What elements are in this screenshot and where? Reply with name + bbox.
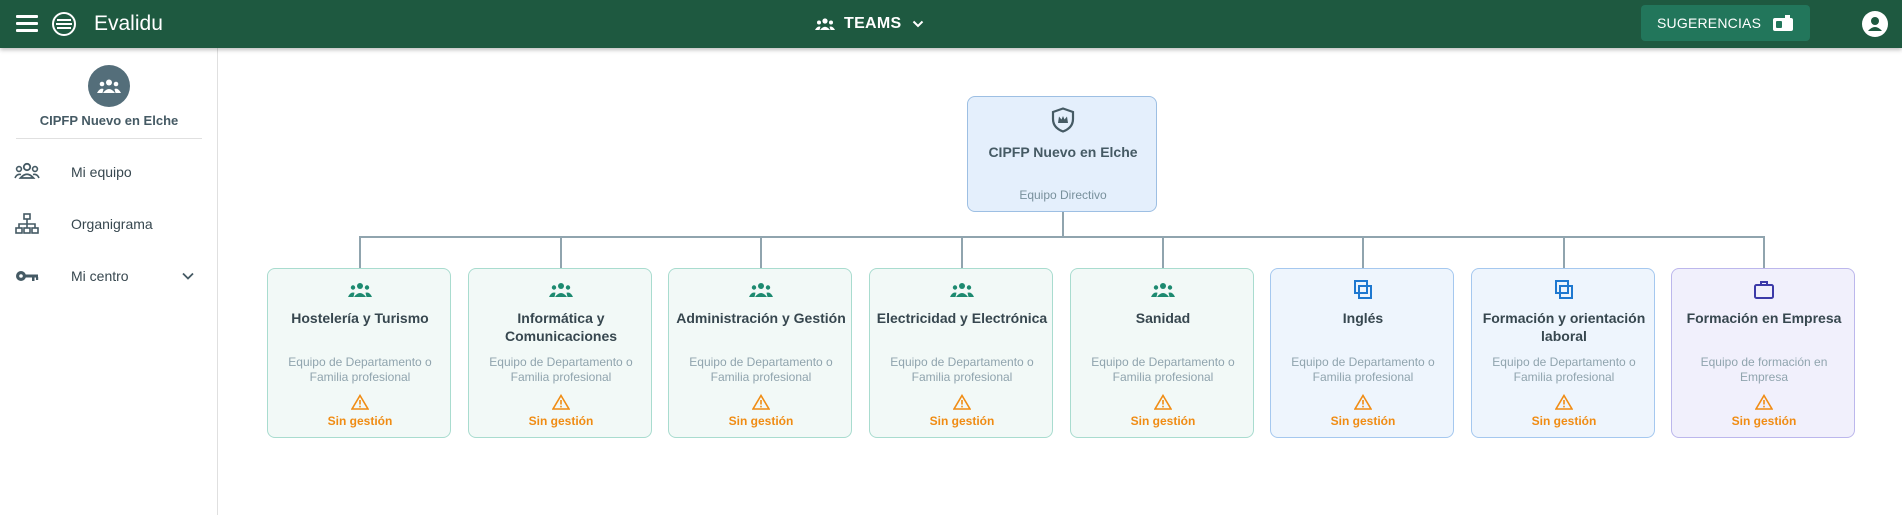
group-icon (1151, 283, 1175, 297)
org-node-name: Formación en Empresa (1686, 310, 1842, 326)
group-icon (97, 79, 121, 93)
status-label: Sin gestión (929, 414, 995, 428)
status-label: Sin gestión (1531, 414, 1597, 428)
org-node-subtitle: Equipo de formación en Empresa (1700, 355, 1828, 384)
account-icon[interactable] (1861, 10, 1889, 38)
app-title: Evalidu (94, 12, 163, 35)
connector-line (1763, 237, 1765, 268)
org-node-subtitle: Equipo de Departamento o Familia profesi… (1492, 355, 1636, 384)
teams-label: TEAMS (844, 15, 902, 32)
org-node-subtitle: Equipo de Departamento o Familia profesi… (689, 355, 833, 384)
connector-line (359, 237, 361, 268)
org-node-root[interactable]: CIPFP Nuevo en Elche Equipo Directivo (967, 96, 1157, 212)
connector-line (359, 236, 1765, 238)
org-node-ingles[interactable]: Inglés Equipo de Departamento o Familia … (1270, 268, 1454, 438)
org-node-subtitle: Equipo de Departamento o Familia profesi… (288, 355, 432, 384)
group-icon (749, 283, 773, 297)
connector-line (1162, 237, 1164, 268)
sidebar-item-mi-centro[interactable]: Mi centro (0, 254, 218, 298)
org-node-formacion-y-orientacion-laboral[interactable]: Formación y orientación laboral Equipo d… (1471, 268, 1655, 438)
org-node-name: Sanidad (1135, 310, 1191, 326)
mailbox-icon (1773, 15, 1793, 31)
connector-line (1563, 237, 1565, 268)
org-node-name: Electricidad y Electrónica (876, 310, 1048, 326)
overlap-squares-icon (1354, 280, 1372, 299)
status-label: Sin gestión (528, 414, 594, 428)
sitemap-icon (15, 213, 39, 234)
warning-icon (351, 394, 369, 410)
status-label: Sin gestión (327, 414, 393, 428)
warning-icon (1555, 394, 1573, 410)
divider (16, 138, 202, 139)
org-node-administracion-y-gestion[interactable]: Administración y Gestión Equipo de Depar… (668, 268, 852, 438)
org-node-informatica-y-comunicaciones[interactable]: Informática y Comunicaciones Equipo de D… (468, 268, 652, 438)
teams-selector[interactable]: TEAMS (815, 11, 925, 37)
warning-icon (1755, 394, 1773, 410)
warning-icon (953, 394, 971, 410)
suggestions-button[interactable]: SUGERENCIAS (1641, 5, 1810, 41)
connector-line (760, 237, 762, 268)
warning-icon (752, 394, 770, 410)
org-node-electricidad-y-electronica[interactable]: Electricidad y Electrónica Equipo de Dep… (869, 268, 1053, 438)
org-node-subtitle: Equipo de Departamento o Familia profesi… (1091, 355, 1235, 384)
org-node-name: CIPFP Nuevo en Elche (988, 144, 1138, 160)
connector-line (961, 237, 963, 268)
group-icon (549, 283, 573, 297)
key-icon (16, 271, 39, 281)
status-label: Sin gestión (728, 414, 794, 428)
org-chart: CIPFP Nuevo en Elche Equipo Directivo Ho… (219, 48, 1902, 515)
overlap-squares-icon (1555, 280, 1573, 299)
org-avatar (88, 65, 130, 107)
chevron-down-icon (912, 20, 923, 28)
org-node-subtitle: Equipo de Departamento o Familia profesi… (890, 355, 1034, 384)
group-icon (815, 18, 835, 30)
org-node-subtitle: Equipo Directivo (1019, 188, 1107, 202)
app-logo-icon (52, 12, 76, 36)
org-node-name: Formación y orientación laboral (1482, 310, 1646, 344)
sidebar-item-organigrama[interactable]: Organigrama (0, 202, 218, 246)
org-node-name: Hostelería y Turismo (291, 310, 429, 326)
menu-icon[interactable] (16, 15, 38, 33)
connector-line (1362, 237, 1364, 268)
status-label: Sin gestión (1330, 414, 1396, 428)
shield-crown-icon (1051, 107, 1075, 133)
warning-icon (552, 394, 570, 410)
sidebar-item-label: Mi centro (71, 268, 129, 284)
org-name: CIPFP Nuevo en Elche (39, 113, 179, 128)
org-node-sanidad[interactable]: Sanidad Equipo de Departamento o Familia… (1070, 268, 1254, 438)
suggestions-label: SUGERENCIAS (1657, 15, 1762, 31)
org-node-name: Informática y Comunicaciones (504, 310, 618, 344)
status-label: Sin gestión (1130, 414, 1196, 428)
sidebar-item-label: Organigrama (71, 216, 153, 232)
connector-line (1062, 212, 1064, 237)
org-node-hosteleria-y-turismo[interactable]: Hostelería y Turismo Equipo de Departame… (267, 268, 451, 438)
sidebar-item-mi-equipo[interactable]: Mi equipo (0, 150, 218, 194)
warning-icon (1354, 394, 1372, 410)
sidebar-item-label: Mi equipo (71, 164, 132, 180)
warning-icon (1154, 394, 1172, 410)
sidebar: CIPFP Nuevo en Elche Mi equipo Organigra… (0, 48, 218, 515)
chevron-down-icon (182, 272, 194, 280)
group-icon (14, 162, 40, 179)
org-node-subtitle: Equipo de Departamento o Familia profesi… (489, 355, 633, 384)
briefcase-icon (1754, 281, 1774, 299)
org-node-subtitle: Equipo de Departamento o Familia profesi… (1291, 355, 1435, 384)
connector-line (560, 237, 562, 268)
group-icon (950, 283, 974, 297)
status-label: Sin gestión (1731, 414, 1797, 428)
org-node-name: Administración y Gestión (676, 310, 846, 326)
org-node-formacion-en-empresa[interactable]: Formación en Empresa Equipo de formación… (1671, 268, 1855, 438)
org-node-name: Inglés (1342, 310, 1384, 326)
group-icon (348, 283, 372, 297)
top-app-bar: Evalidu TEAMS SUGERENCIAS (0, 0, 1902, 48)
